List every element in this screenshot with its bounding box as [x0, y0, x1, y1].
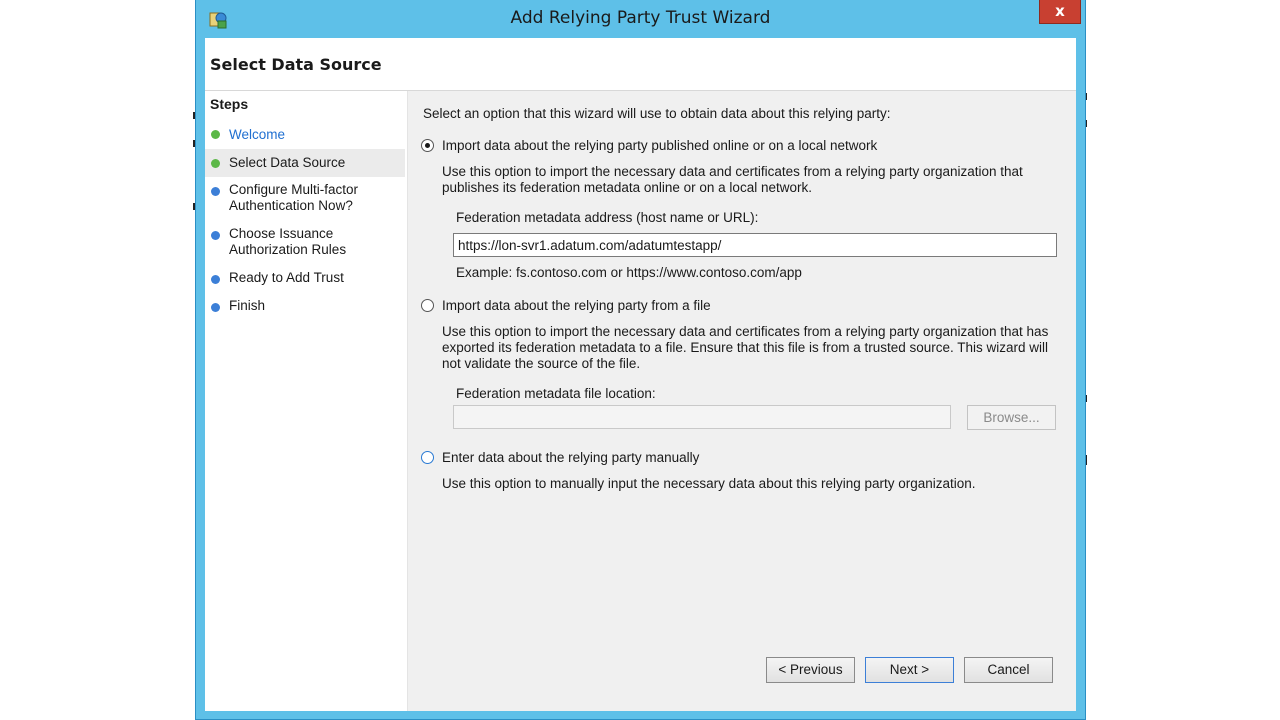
step-issuance-rules: Choose Issuance Authorization Rules — [205, 225, 405, 261]
step-configure-mfa: Configure Multi-factor Authentication No… — [205, 181, 405, 217]
previous-button[interactable]: < Previous — [766, 657, 855, 683]
step-pending-dot-icon — [211, 187, 220, 196]
step-label: Configure Multi-factor Authentication No… — [229, 182, 359, 213]
step-label: Choose Issuance Authorization Rules — [229, 226, 347, 257]
intro-text: Select an option that this wizard will u… — [423, 106, 891, 121]
step-finish: Finish — [205, 297, 405, 317]
step-select-data-source: Select Data Source — [205, 149, 405, 177]
option-import-online-description: Use this option to import the necessary … — [442, 164, 1023, 195]
page-header: Select Data Source — [205, 38, 1076, 90]
step-complete-dot-icon — [211, 130, 220, 139]
title-bar[interactable]: Add Relying Party Trust Wizard x — [196, 0, 1085, 38]
step-label: Finish — [229, 298, 266, 313]
radio-import-file[interactable] — [421, 299, 434, 312]
step-ready-to-add-trust: Ready to Add Trust — [205, 269, 405, 289]
wizard-client-area: Select Data Source Steps Welcome Select … — [205, 38, 1076, 711]
option-import-file-description: Use this option to import the necessary … — [442, 324, 1049, 371]
step-welcome[interactable]: Welcome — [205, 125, 405, 145]
step-pending-dot-icon — [211, 275, 220, 284]
close-button[interactable]: x — [1039, 0, 1081, 24]
wizard-window: Add Relying Party Trust Wizard x Select … — [195, 0, 1086, 720]
page-title: Select Data Source — [210, 55, 382, 74]
step-pending-dot-icon — [211, 231, 220, 240]
metadata-address-example: Example: fs.contoso.com or https://www.c… — [456, 265, 802, 280]
option-enter-manually-label[interactable]: Enter data about the relying party manua… — [442, 450, 1062, 466]
cancel-button[interactable]: Cancel — [964, 657, 1053, 683]
option-enter-manually-description: Use this option to manually input the ne… — [442, 476, 976, 491]
metadata-file-label: Federation metadata file location: — [456, 386, 656, 401]
metadata-file-input[interactable] — [453, 405, 951, 429]
steps-heading: Steps — [210, 96, 249, 112]
window-title: Add Relying Party Trust Wizard — [510, 8, 771, 28]
step-pending-dot-icon — [211, 303, 220, 312]
step-complete-dot-icon — [211, 159, 220, 168]
step-label: Welcome — [229, 127, 286, 142]
step-label: Ready to Add Trust — [229, 270, 344, 285]
browse-button[interactable]: Browse... — [967, 405, 1056, 430]
radio-import-online[interactable] — [421, 139, 434, 152]
main-pane: Select an option that this wizard will u… — [408, 91, 1076, 711]
next-button[interactable]: Next > — [865, 657, 954, 683]
radio-enter-manually[interactable] — [421, 451, 434, 464]
option-import-online-label[interactable]: Import data about the relying party publ… — [442, 138, 1062, 154]
steps-pane: Steps Welcome Select Data Source Configu… — [205, 91, 408, 711]
metadata-address-input[interactable] — [453, 233, 1057, 257]
metadata-address-label: Federation metadata address (host name o… — [456, 210, 759, 225]
option-import-file-label[interactable]: Import data about the relying party from… — [442, 298, 1062, 314]
step-label: Select Data Source — [229, 155, 346, 170]
